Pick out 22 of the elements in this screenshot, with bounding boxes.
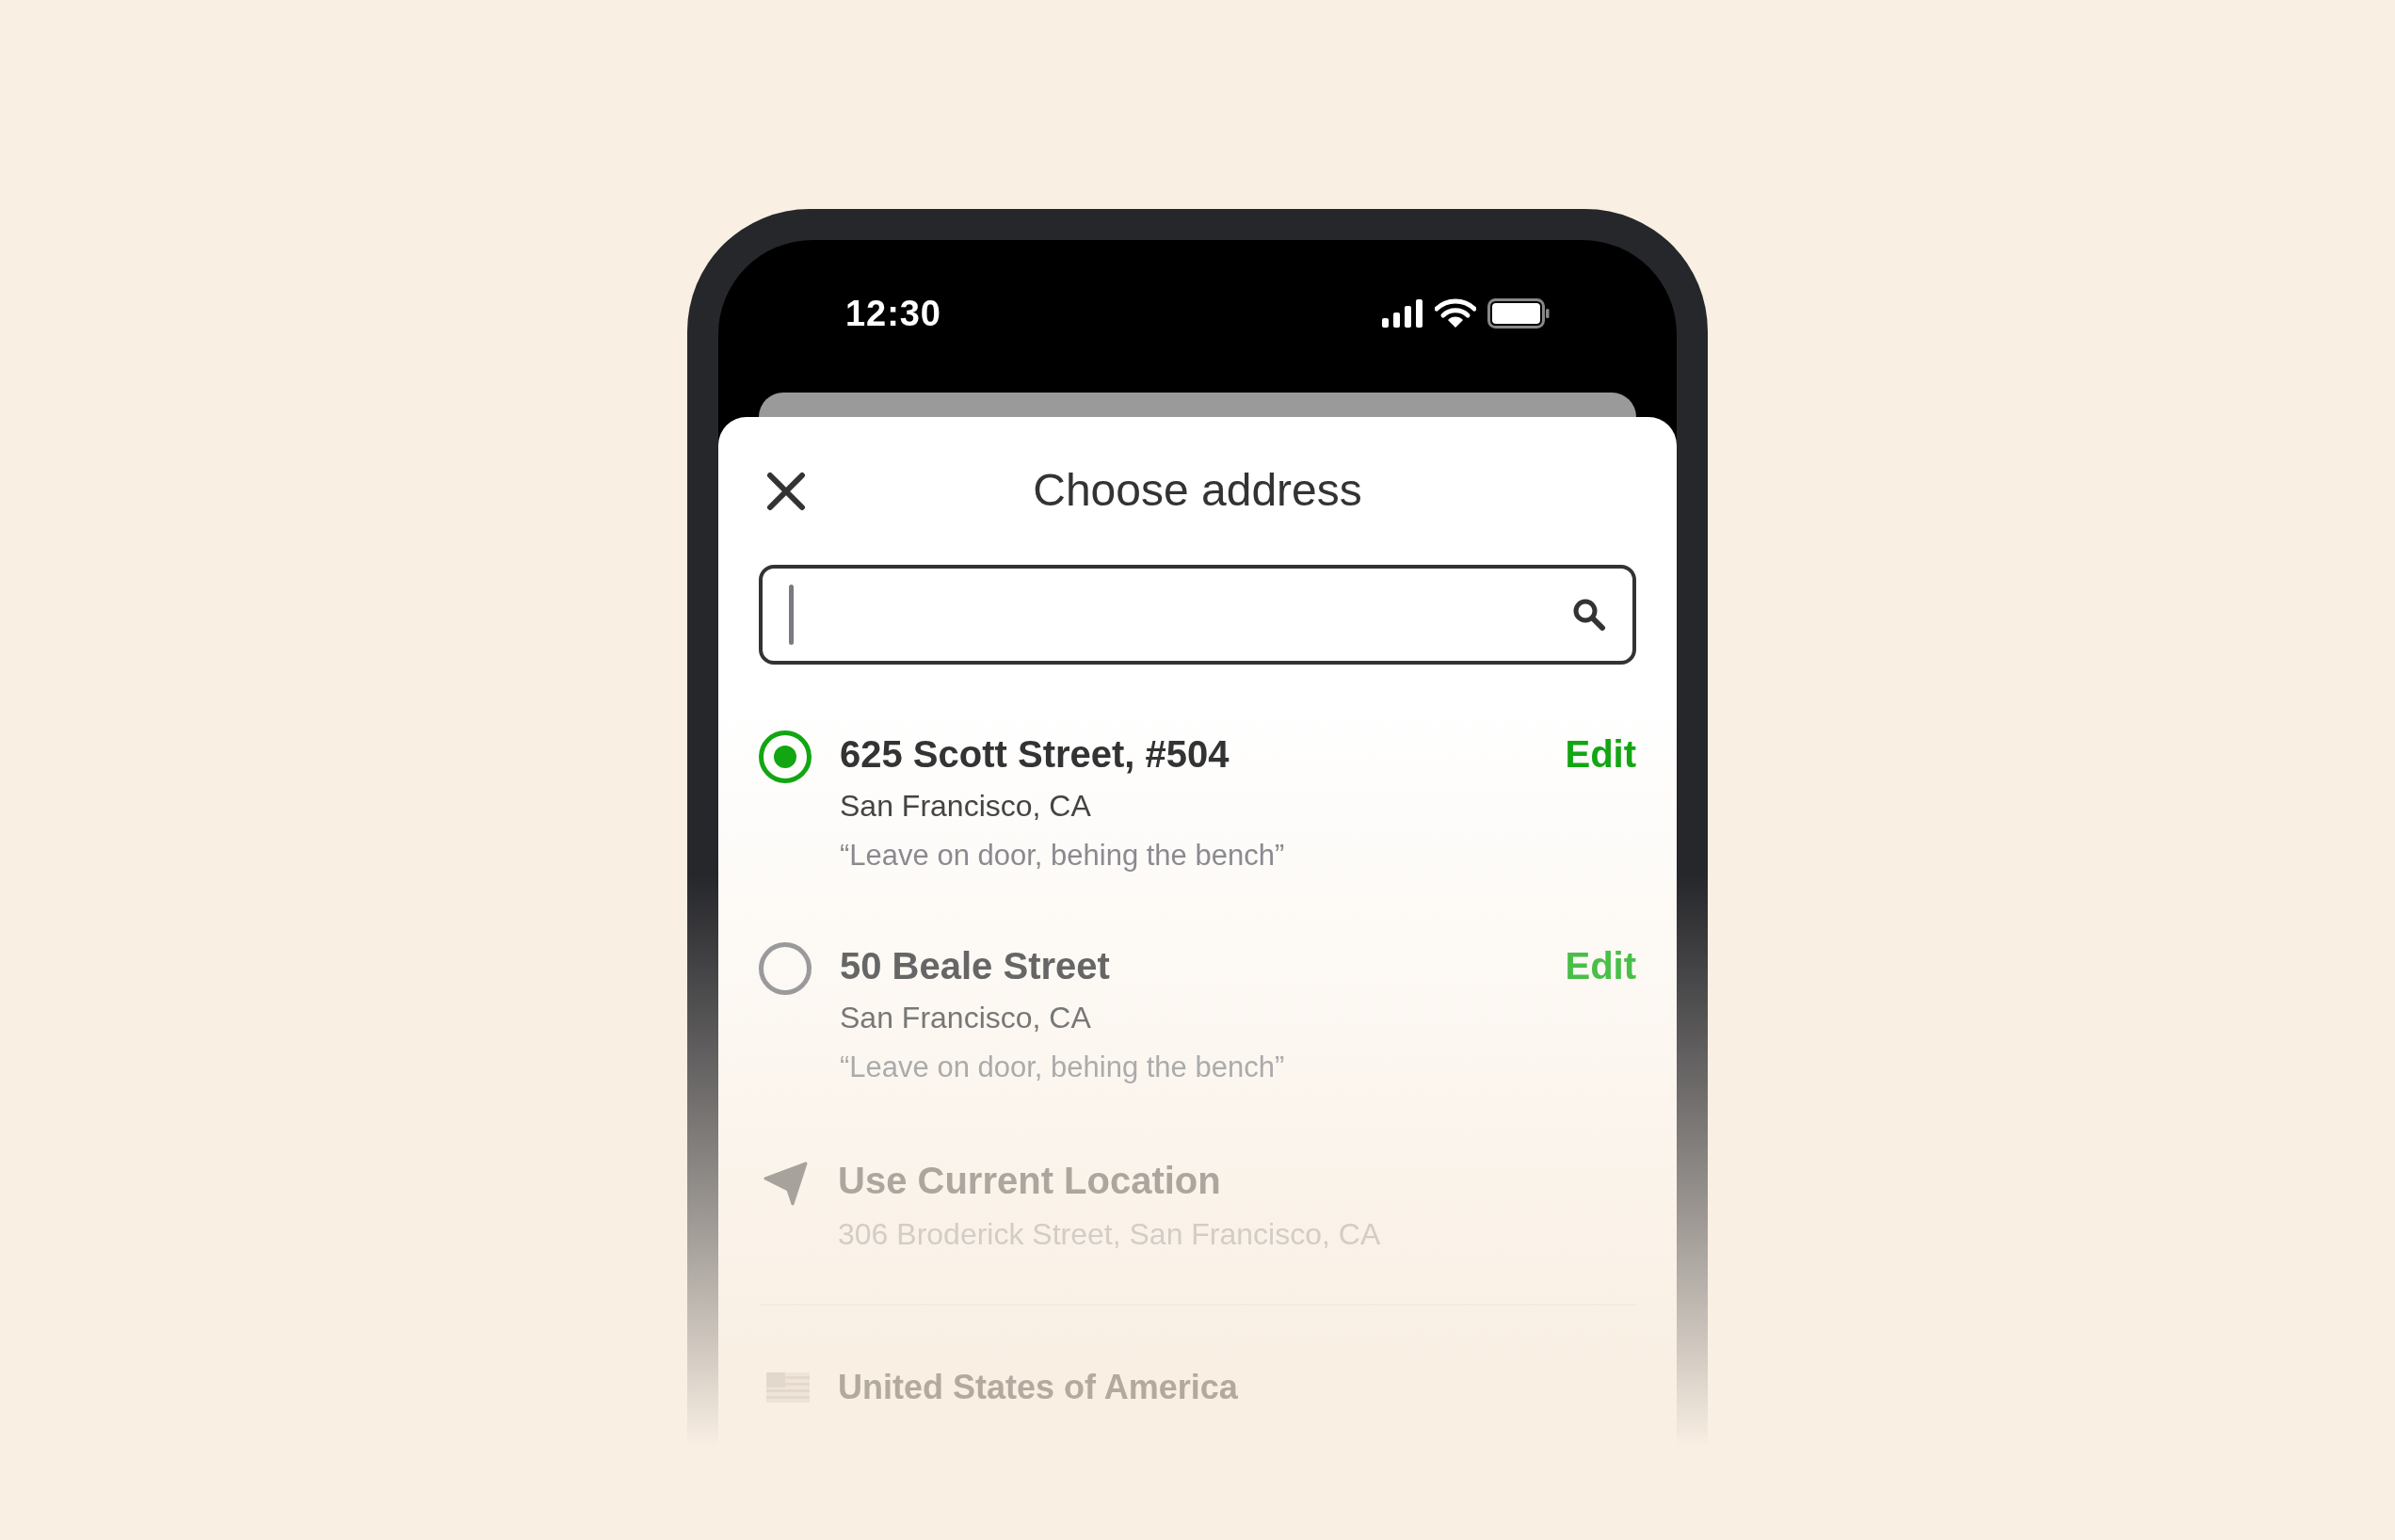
sheet-title: Choose address [1033, 464, 1362, 517]
current-location-button[interactable]: Use Current Location [838, 1157, 1381, 1204]
edit-link[interactable]: Edit [1565, 730, 1636, 778]
address-title: 50 Beale Street [840, 943, 1111, 988]
flag-icon [766, 1372, 810, 1403]
signal-icon [1382, 299, 1423, 328]
country-selector[interactable]: United States of America [838, 1362, 1238, 1413]
search-field[interactable] [759, 565, 1636, 665]
address-city: San Francisco, CA [840, 999, 1092, 1036]
wifi-icon [1435, 298, 1476, 329]
edit-link[interactable]: Edit [1565, 941, 1636, 989]
address-note: “Leave on door, behing the bench” [840, 838, 1286, 874]
address-city: San Francisco, CA [840, 788, 1092, 825]
battery-icon [1487, 298, 1550, 329]
radio-button[interactable] [759, 941, 812, 995]
radio-button[interactable] [759, 730, 812, 783]
status-time: 12:30 [845, 292, 941, 335]
close-icon [765, 471, 807, 512]
location-arrow-icon [763, 1161, 810, 1208]
address-note: “Leave on door, behing the bench” [840, 1049, 1286, 1085]
search-icon [1572, 598, 1606, 632]
address-title: 625 Scott Street, #504 [840, 732, 1230, 777]
